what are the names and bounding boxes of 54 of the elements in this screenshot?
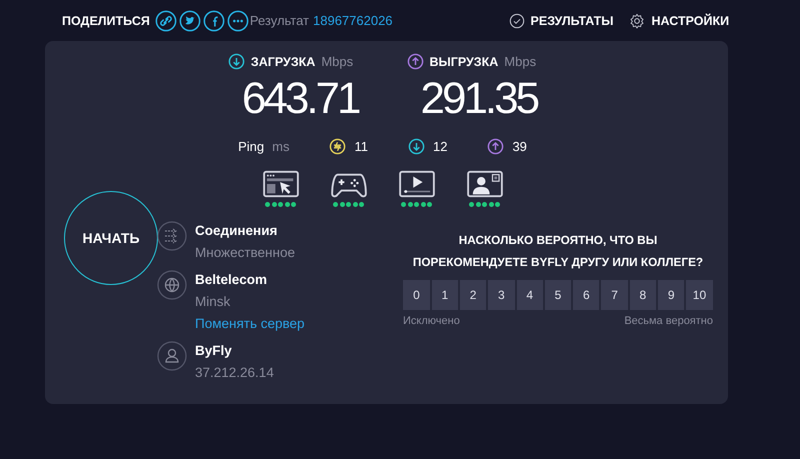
- scale-high-label: Весьма вероятно: [624, 315, 713, 327]
- change-server-link[interactable]: Поменять сервер: [195, 316, 305, 331]
- rating-button[interactable]: 10: [686, 280, 713, 310]
- rating-button[interactable]: 1: [432, 280, 458, 310]
- rating-button[interactable]: 9: [658, 280, 684, 310]
- unit-label: Mbps: [321, 54, 354, 69]
- settings-icon: [629, 12, 646, 28]
- rating-button[interactable]: 3: [488, 280, 515, 310]
- ping-value: 39: [512, 139, 527, 154]
- share-button[interactable]: [154, 10, 177, 32]
- info-title: ByFly: [195, 343, 233, 358]
- unit-label: Mbps: [504, 54, 536, 69]
- scale-low-label: Исключено: [403, 315, 460, 327]
- browser-cursor-icon: [260, 169, 300, 199]
- result-id-link[interactable]: 18967762026: [313, 13, 393, 28]
- arrows-icon: [157, 221, 187, 251]
- rating-button[interactable]: 6: [573, 280, 600, 310]
- info-title: Соединения: [195, 223, 278, 238]
- speed-value: 643.71: [242, 73, 358, 125]
- start-button[interactable]: НАЧАТЬ: [64, 191, 158, 285]
- unit-label: ms: [272, 139, 290, 154]
- person-icon: [157, 341, 187, 371]
- rating-button[interactable]: 7: [601, 280, 628, 310]
- rating-button[interactable]: 4: [516, 280, 543, 310]
- speed-value: 291.35: [420, 73, 538, 125]
- globe-icon: [157, 270, 187, 300]
- speed-label: ВЫГРУЗКА: [430, 54, 498, 68]
- info-subtitle: Minsk: [195, 294, 232, 309]
- video-call-icon: [464, 169, 504, 199]
- video-player-icon: [396, 169, 436, 199]
- rating-button[interactable]: 5: [544, 280, 572, 310]
- link-icon: [154, 10, 177, 32]
- nav-button[interactable]: РЕЗУЛЬТАТЫ: [508, 12, 614, 28]
- ping-label: Ping: [238, 139, 264, 154]
- info-subtitle: Множественное: [195, 245, 295, 260]
- facebook-icon: [202, 10, 225, 32]
- share-button[interactable]: [202, 10, 225, 32]
- share-button[interactable]: [226, 10, 249, 32]
- ping-value: 11: [354, 139, 368, 154]
- info-subtitle: 37.212.26.14: [195, 365, 274, 380]
- rating-button[interactable]: 8: [630, 280, 656, 310]
- bird-icon: [178, 10, 201, 32]
- result-label: Результат: [250, 13, 309, 28]
- more-icon: [226, 10, 249, 32]
- nav-button[interactable]: НАСТРОЙКИ: [629, 12, 730, 28]
- rating-button[interactable]: 2: [460, 280, 486, 310]
- check-circle-icon: [508, 12, 525, 28]
- survey-question: НАСКОЛЬКО ВЕРОЯТНО, ЧТО ВЫ ПОРЕКОМЕНДУЕТЕ BYFLY ДРУГУ ИЛИ КОЛЛЕГЕ?: [412, 232, 704, 271]
- speed-label: ЗАГРУЗКА: [250, 54, 316, 68]
- ping-value: 12: [432, 139, 448, 154]
- share-button[interactable]: [178, 10, 201, 32]
- share-label: ПОДЕЛИТЬСЯ: [62, 14, 150, 28]
- info-title: Beltelecom: [195, 272, 268, 287]
- rating-button[interactable]: 0: [403, 280, 430, 310]
